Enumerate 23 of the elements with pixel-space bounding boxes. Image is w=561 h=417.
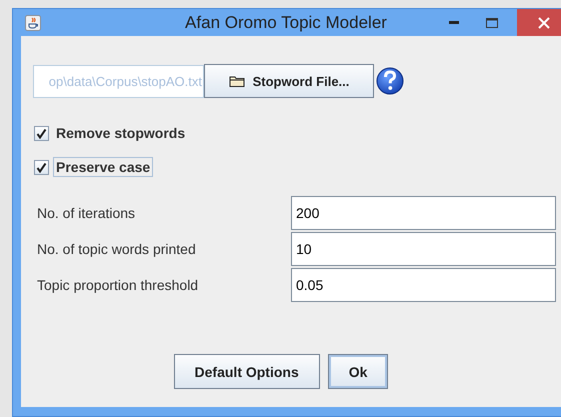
- checkbox[interactable]: [34, 160, 49, 174]
- minimize-icon: [449, 20, 459, 24]
- setting-field[interactable]: 200: [291, 196, 556, 230]
- setting-label: Topic proportion threshold: [36, 277, 200, 293]
- folder-icon: [228, 75, 245, 87]
- checkbox-label[interactable]: Preserve case: [53, 157, 154, 177]
- checkmark-icon: [36, 128, 47, 138]
- checkbox[interactable]: [34, 126, 49, 140]
- stopword-file-button[interactable]: Stopword File...: [204, 64, 374, 98]
- maximize-icon: [486, 18, 498, 28]
- close-icon: [538, 16, 550, 28]
- help-icon[interactable]: [376, 66, 404, 96]
- setting-field[interactable]: 0.05: [291, 268, 556, 302]
- setting-label: No. of iterations: [36, 205, 136, 221]
- setting-label: No. of topic words printed: [36, 241, 197, 257]
- dialog-button[interactable]: Ok: [328, 354, 388, 389]
- checkbox-label[interactable]: Remove stopwords: [53, 123, 188, 143]
- setting-field[interactable]: 10: [291, 232, 556, 266]
- window-title: Afan Oromo Topic Modeler: [184, 13, 388, 33]
- checkmark-icon: [36, 162, 47, 172]
- dialog-button[interactable]: Default Options: [174, 354, 320, 389]
- java-cup-icon: [25, 14, 41, 30]
- close-button[interactable]: [517, 9, 561, 36]
